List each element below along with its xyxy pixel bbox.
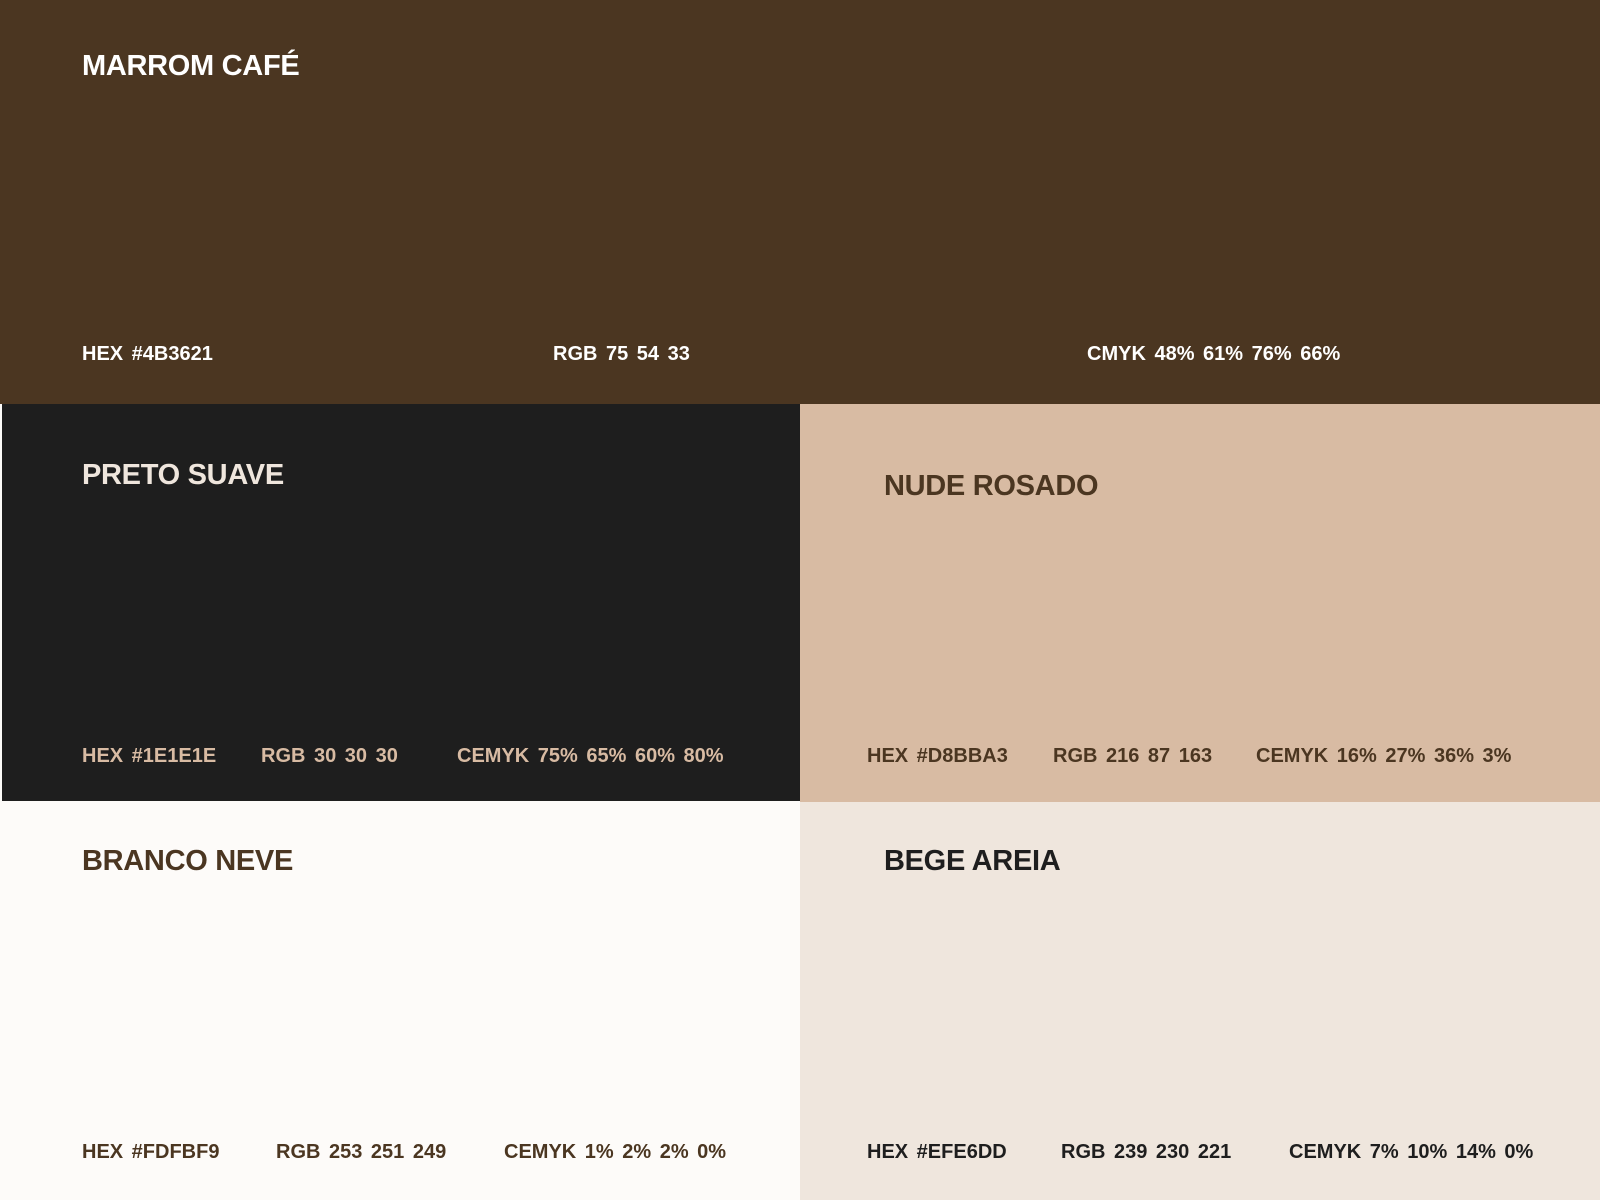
hex-value: HEX #4B3621 [82, 343, 213, 365]
hex-value: HEX #FDFBF9 [82, 1141, 220, 1163]
hex-value: HEX #1E1E1E [82, 745, 217, 767]
cmyk-value: CEMYK 75% 65% 60% 80% [457, 745, 724, 767]
cmyk-value: CEMYK 16% 27% 36% 3% [1256, 745, 1512, 767]
swatch-title: PRETO SUAVE [82, 459, 284, 491]
swatch-nude-rosado: NUDE ROSADO HEX #D8BBA3 RGB 216 87 163 C… [800, 404, 1600, 802]
cmyk-value: CEMYK 7% 10% 14% 0% [1289, 1141, 1534, 1163]
rgb-value: RGB 75 54 33 [553, 343, 690, 365]
rgb-value: RGB 216 87 163 [1053, 745, 1213, 767]
swatch-title: MARROM CAFÉ [82, 50, 300, 82]
rgb-value: RGB 30 30 30 [261, 745, 398, 767]
swatch-preto-suave: PRETO SUAVE HEX #1E1E1E RGB 30 30 30 CEM… [2, 404, 800, 801]
hex-value: HEX #D8BBA3 [867, 745, 1008, 767]
rgb-value: RGB 253 251 249 [276, 1141, 447, 1163]
swatch-branco-neve: BRANCO NEVE HEX #FDFBF9 RGB 253 251 249 … [0, 801, 800, 1200]
rgb-value: RGB 239 230 221 [1061, 1141, 1232, 1163]
cmyk-value: CMYK 48% 61% 76% 66% [1087, 343, 1341, 365]
cmyk-value: CEMYK 1% 2% 2% 0% [504, 1141, 727, 1163]
swatch-bege-areia: BEGE AREIA HEX #EFE6DD RGB 239 230 221 C… [800, 802, 1600, 1200]
swatch-marrom-cafe: MARROM CAFÉ HEX #4B3621 RGB 75 54 33 CMY… [0, 0, 1600, 404]
swatch-title: BRANCO NEVE [82, 845, 293, 877]
swatch-title: BEGE AREIA [884, 845, 1061, 877]
swatch-title: NUDE ROSADO [884, 470, 1099, 502]
hex-value: HEX #EFE6DD [867, 1141, 1007, 1163]
